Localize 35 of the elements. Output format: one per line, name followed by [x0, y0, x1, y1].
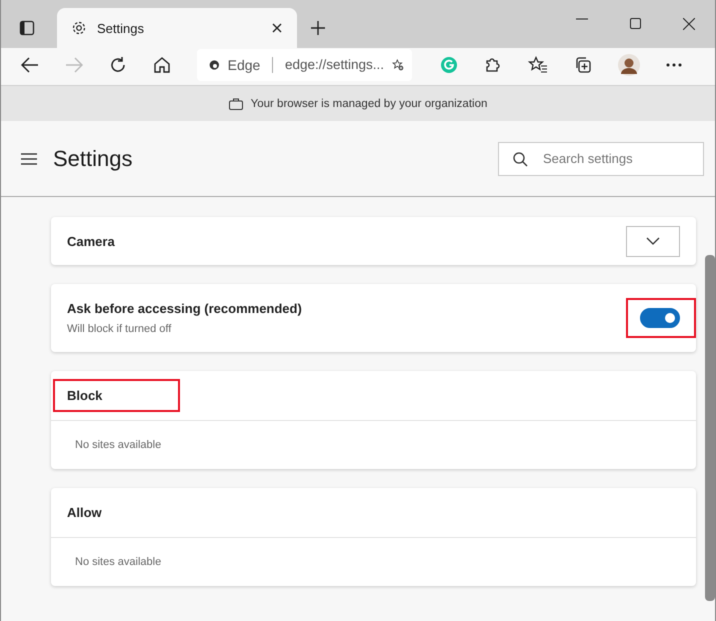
- address-bar[interactable]: Edge edge://settings...: [197, 48, 412, 80]
- browser-tab[interactable]: Settings: [57, 8, 297, 48]
- chevron-down-icon: [646, 237, 660, 245]
- avatar-icon[interactable]: [618, 54, 640, 76]
- managed-notice: Your browser is managed by your organization: [250, 98, 488, 110]
- empty-message: No sites available: [75, 439, 162, 451]
- close-icon[interactable]: [683, 18, 695, 30]
- setting-subtitle: Will block if turned off: [67, 323, 172, 335]
- url-text: edge://settings...: [284, 57, 384, 72]
- favorites-icon[interactable]: [528, 56, 548, 74]
- maximize-icon[interactable]: [630, 18, 641, 29]
- home-icon[interactable]: [153, 56, 171, 74]
- toggle-switch[interactable]: [640, 308, 680, 328]
- camera-label: Camera: [67, 234, 115, 248]
- gear-icon: [71, 20, 87, 36]
- page-title: Settings: [53, 146, 132, 172]
- minimize-icon[interactable]: [576, 18, 588, 20]
- tab-title: Settings: [97, 20, 145, 36]
- search-field[interactable]: Search settings: [498, 142, 704, 176]
- setting-title: Ask before accessing (recommended): [67, 301, 302, 316]
- scrollbar-thumb[interactable]: [705, 255, 715, 601]
- collections-icon[interactable]: [574, 56, 592, 74]
- site-label: Edge: [228, 56, 260, 72]
- refresh-icon[interactable]: [109, 56, 127, 74]
- more-icon[interactable]: [666, 62, 682, 66]
- search-icon: [513, 152, 528, 166]
- empty-message: No sites available: [75, 556, 162, 568]
- section-title: Allow: [67, 505, 102, 520]
- menu-icon[interactable]: [21, 152, 37, 164]
- new-tab-icon[interactable]: [311, 21, 325, 35]
- puzzle-icon[interactable]: [484, 56, 502, 74]
- section-title: Block: [67, 388, 102, 403]
- briefcase-icon: [228, 98, 243, 110]
- close-icon[interactable]: [271, 22, 283, 34]
- back-icon[interactable]: [21, 56, 39, 72]
